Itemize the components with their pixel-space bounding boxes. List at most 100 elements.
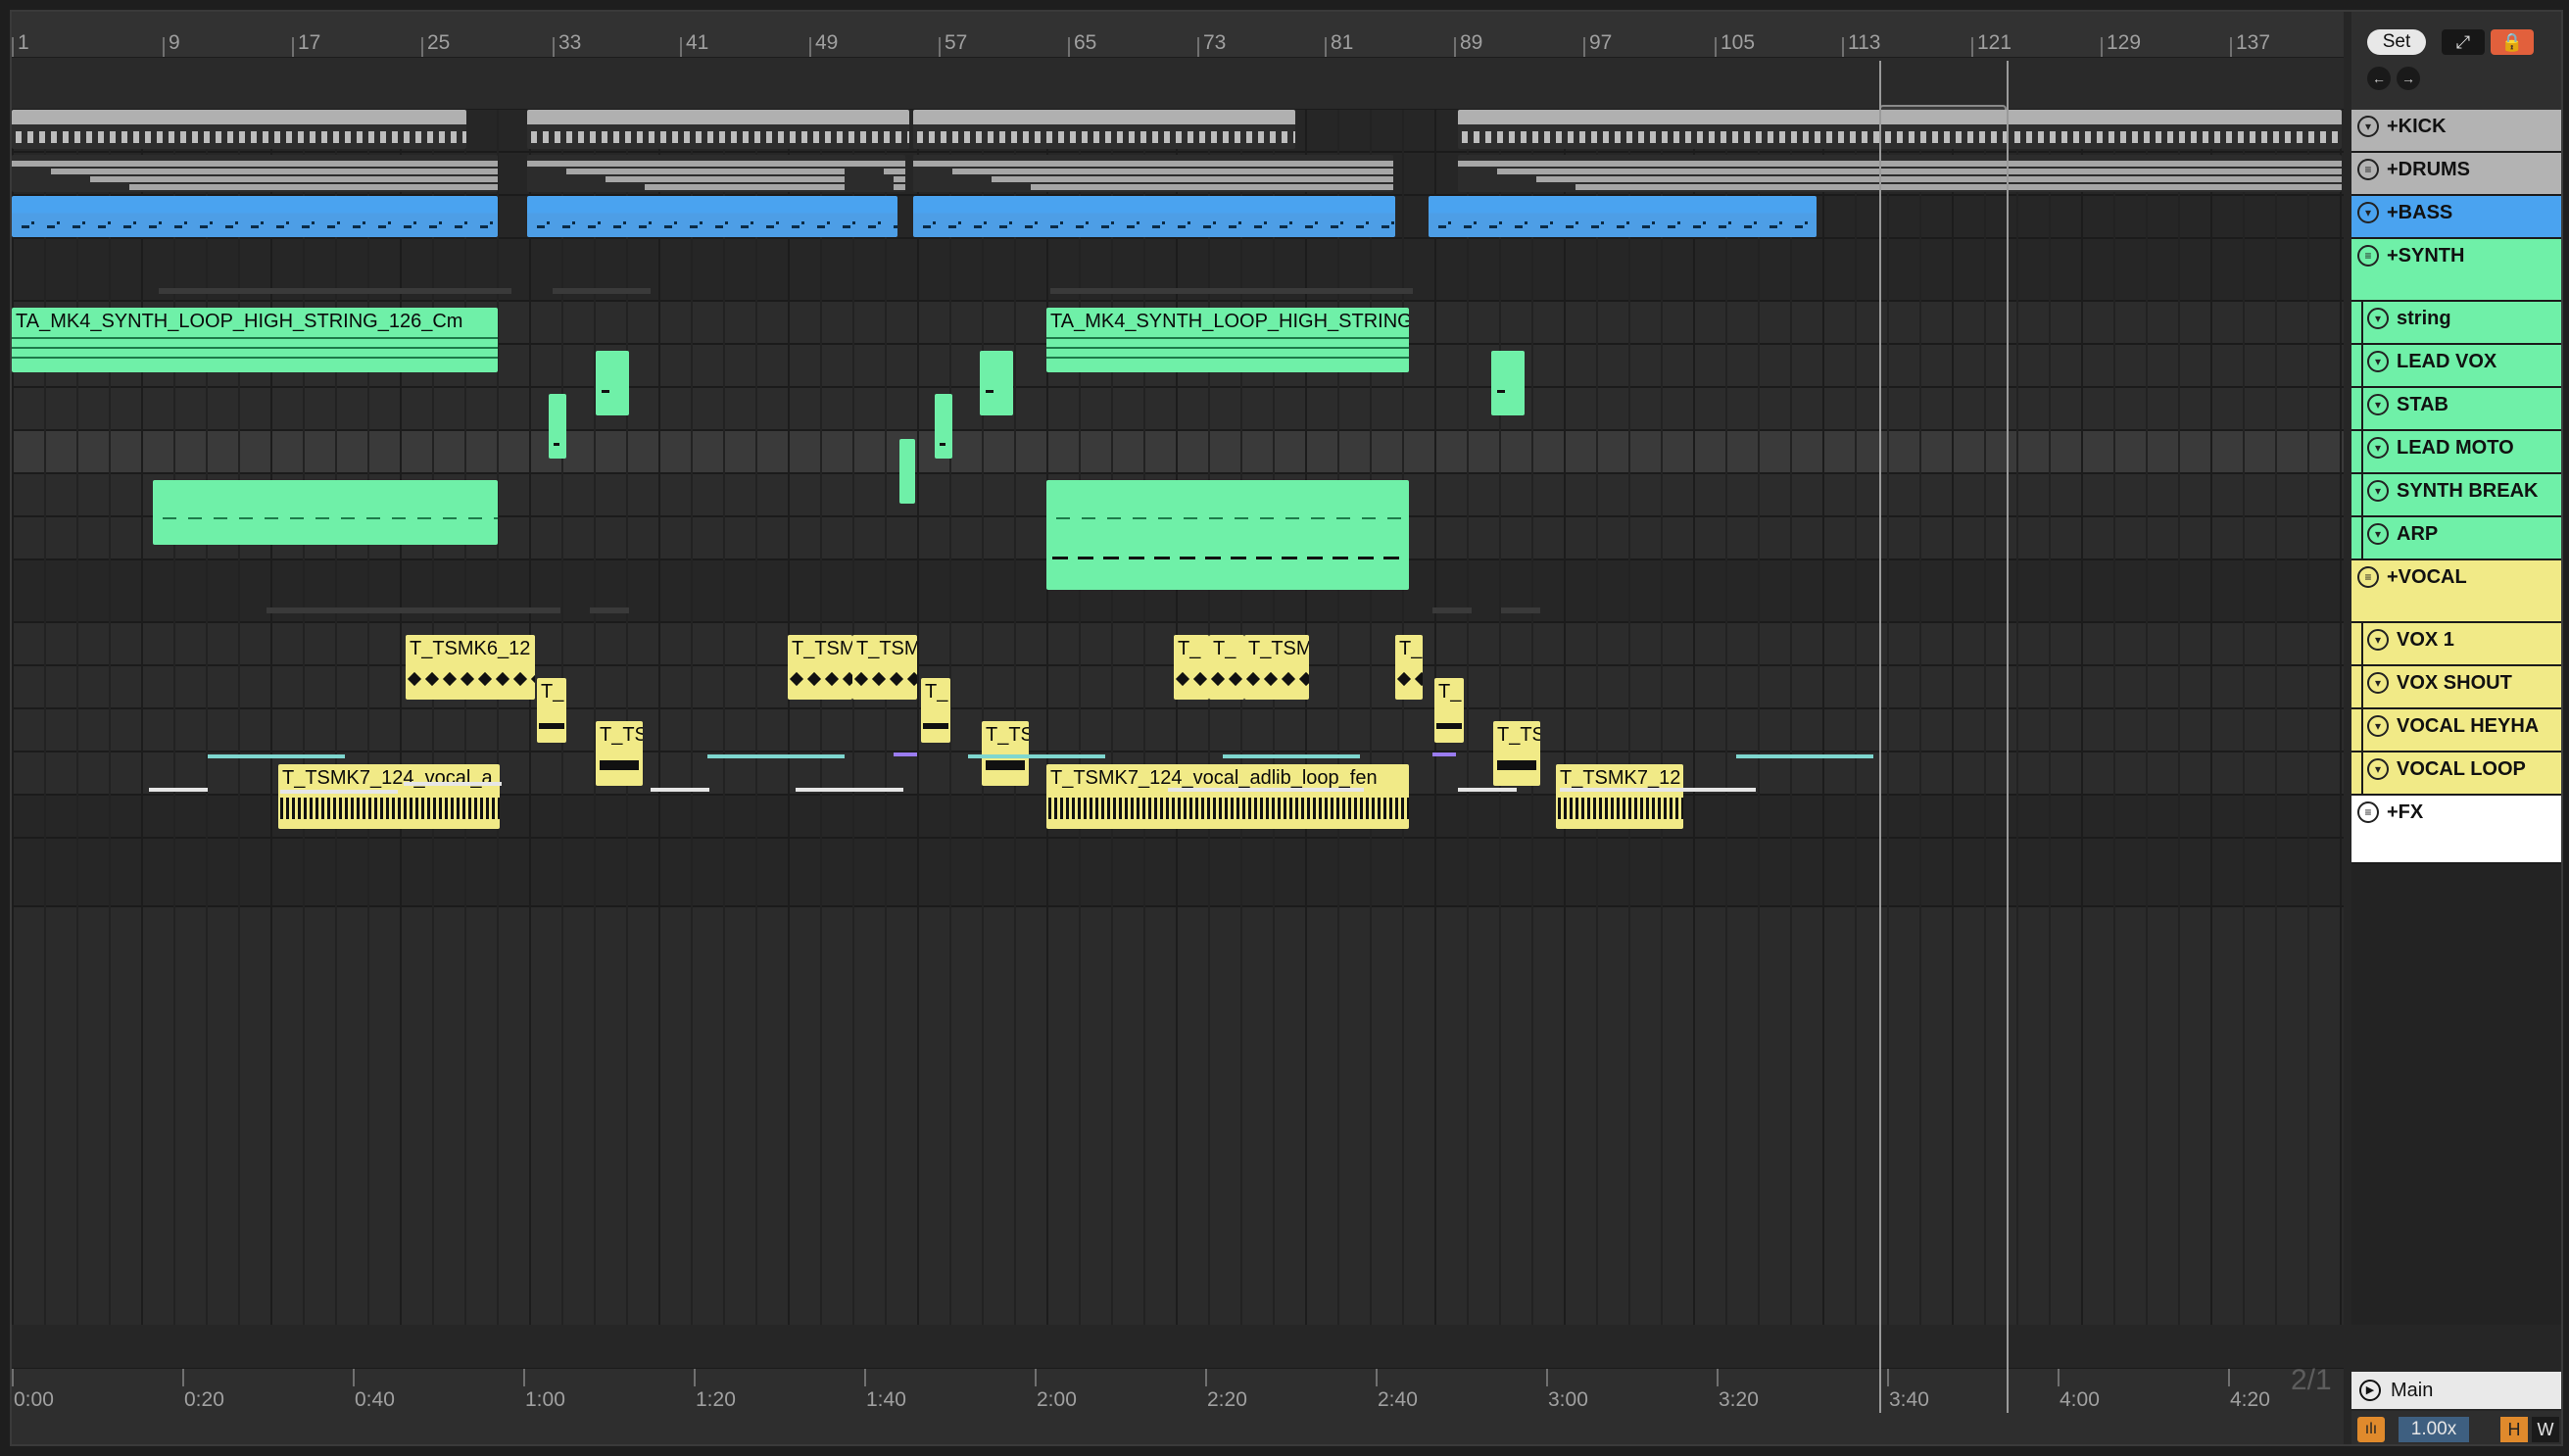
- track-header[interactable]: ▾ VOX SHOUT: [2351, 666, 2561, 709]
- vox1-clip[interactable]: T_: [1174, 635, 1209, 700]
- vox-wave: [333, 798, 336, 819]
- lead-vox-clip[interactable]: [596, 351, 629, 415]
- track-header[interactable]: ▾ ARP: [2351, 517, 2561, 560]
- lead-moto-clip[interactable]: [899, 439, 915, 504]
- chevron-down-icon[interactable]: ▾: [2367, 758, 2389, 780]
- drums-clip[interactable]: [1458, 155, 2342, 192]
- zoom-value[interactable]: 1.00x: [2399, 1417, 2469, 1442]
- chevron-down-icon[interactable]: ▾: [2367, 672, 2389, 694]
- waveform-icon[interactable]: ılı: [2357, 1417, 2385, 1442]
- kick-clip[interactable]: [12, 110, 466, 149]
- lead-vox-clip[interactable]: [980, 351, 1013, 415]
- track-header[interactable]: ▾ STAB: [2351, 388, 2561, 431]
- track-header[interactable]: ▾ LEAD VOX: [2351, 345, 2561, 388]
- bar-ruler[interactable]: 1 9 17 25 33 41 49 57 65 73 81 89 97 105 113 121 129 137: [12, 12, 2344, 58]
- track-lane[interactable]: [12, 388, 2344, 431]
- kick-clip[interactable]: [1458, 110, 2342, 149]
- stab-clip[interactable]: [549, 394, 566, 459]
- arp-clip[interactable]: [1046, 525, 1409, 590]
- main-track-header[interactable]: ▶ Main: [2351, 1372, 2561, 1409]
- string-clip[interactable]: TA_MK4_SYNTH_LOOP_HIGH_STRING_126_Cm: [12, 308, 498, 372]
- bar-number: 9: [169, 31, 180, 54]
- kick-clip[interactable]: [913, 110, 1295, 149]
- vocal-loop-clip[interactable]: T_TSMK7_12: [1556, 764, 1683, 829]
- track-header[interactable]: ≡ +SYNTH: [2351, 239, 2561, 302]
- vox1-clip[interactable]: T_TSM: [788, 635, 852, 700]
- vox-shout-clip[interactable]: T_: [537, 678, 566, 743]
- bass-note: [82, 221, 85, 224]
- bass-clip[interactable]: [1429, 196, 1817, 237]
- w-button[interactable]: W: [2532, 1417, 2559, 1442]
- string-clip[interactable]: TA_MK4_SYNTH_LOOP_HIGH_STRING: [1046, 308, 1409, 372]
- chevron-down-icon[interactable]: ▾: [2367, 629, 2389, 651]
- lead-vox-clip[interactable]: [1491, 351, 1525, 415]
- bass-clip[interactable]: [12, 196, 498, 237]
- chevron-down-icon[interactable]: ▾: [2367, 308, 2389, 329]
- drum-bar: [913, 161, 1393, 167]
- vocal-loop-clip[interactable]: T_TSMK7_124_vocal_adlib_loop_fen: [1046, 764, 1409, 829]
- chevron-down-icon[interactable]: ▾: [2367, 351, 2389, 372]
- track-header[interactable]: ≡ +FX: [2351, 796, 2561, 864]
- chevron-down-icon[interactable]: ▾: [2357, 202, 2379, 223]
- set-button[interactable]: Set: [2367, 29, 2426, 55]
- drums-clip[interactable]: [845, 155, 894, 192]
- vox1-clip[interactable]: T_: [1395, 635, 1423, 700]
- track-lane[interactable]: [12, 431, 2344, 474]
- bass-note: [47, 225, 55, 228]
- list-icon[interactable]: ≡: [2357, 159, 2379, 180]
- vox1-clip[interactable]: T_TSM: [852, 635, 917, 700]
- chevron-down-icon[interactable]: ▾: [2367, 480, 2389, 502]
- list-icon[interactable]: ≡: [2357, 801, 2379, 823]
- vocal-heyha-clip[interactable]: T_TS: [1493, 721, 1540, 786]
- stab-clip[interactable]: [935, 394, 952, 459]
- bass-clip[interactable]: [913, 196, 1395, 237]
- play-icon[interactable]: ▶: [2359, 1380, 2381, 1401]
- list-icon[interactable]: ≡: [2357, 245, 2379, 267]
- lock-icon[interactable]: 🔒: [2491, 29, 2534, 55]
- vox-shout-clip[interactable]: T_: [921, 678, 950, 743]
- kick-clip[interactable]: [527, 110, 909, 149]
- drums-clip[interactable]: [12, 155, 498, 192]
- track-header[interactable]: ▾ string: [2351, 302, 2561, 345]
- track-header[interactable]: ≡ +VOCAL: [2351, 560, 2561, 623]
- track-header[interactable]: ≡ +DRUMS: [2351, 153, 2561, 196]
- chevron-down-icon[interactable]: ▾: [2367, 523, 2389, 545]
- time-ruler[interactable]: 0:00 0:20 0:40 1:00 1:20 1:40 2:00 2:20 2:40 3:00…: [12, 1368, 2344, 1444]
- arrow-left-icon[interactable]: ←: [2367, 67, 2391, 90]
- h-button[interactable]: H: [2500, 1417, 2528, 1442]
- track-header[interactable]: ▾ VOCAL LOOP: [2351, 752, 2561, 796]
- chevron-down-icon[interactable]: ▾: [2367, 394, 2389, 415]
- grid-line: [2016, 110, 2018, 1325]
- vocal-heyha-clip[interactable]: T_TS: [596, 721, 643, 786]
- vox-wave: [1195, 798, 1198, 819]
- chevron-down-icon[interactable]: ▾: [2357, 116, 2379, 137]
- drop-zone[interactable]: [12, 839, 2344, 907]
- track-header[interactable]: ▾ VOCAL HEYHA: [2351, 709, 2561, 752]
- kick-hit: [1011, 131, 1017, 143]
- loop-strip[interactable]: [12, 58, 2344, 126]
- track-header[interactable]: ▾ LEAD MOTO: [2351, 431, 2561, 474]
- track-header[interactable]: ▾ VOX 1: [2351, 623, 2561, 666]
- grid-line: [529, 110, 531, 1325]
- drums-clip[interactable]: [913, 155, 1393, 192]
- vocal-heyha-clip[interactable]: T_TS: [982, 721, 1029, 786]
- vocal-loop-clip[interactable]: T_TSMK7_124_vocal_a: [278, 764, 500, 829]
- chevron-down-icon[interactable]: ▾: [2367, 715, 2389, 737]
- expand-icon[interactable]: ⤢: [2442, 29, 2485, 55]
- track-lane[interactable]: [12, 709, 2344, 752]
- arrangement-lanes[interactable]: Drop Files and Devices HereTA_MK4_SYNTH_…: [12, 110, 2344, 1325]
- vox-shout-clip[interactable]: T_: [1434, 678, 1464, 743]
- vox1-clip[interactable]: T_TSMK6_12: [406, 635, 535, 700]
- vox1-clip[interactable]: T_: [1209, 635, 1244, 700]
- bar-number: 49: [815, 31, 839, 54]
- vox1-clip[interactable]: T_TSM: [1244, 635, 1309, 700]
- arrow-right-icon[interactable]: →: [2397, 67, 2420, 90]
- kick-hit: [1544, 131, 1550, 143]
- synth-break-clip[interactable]: [153, 480, 498, 545]
- track-header[interactable]: ▾ SYNTH BREAK: [2351, 474, 2561, 517]
- bass-clip[interactable]: [527, 196, 897, 237]
- track-header[interactable]: ▾ +BASS: [2351, 196, 2561, 239]
- list-icon[interactable]: ≡: [2357, 566, 2379, 588]
- track-header[interactable]: ▾ +KICK: [2351, 110, 2561, 153]
- chevron-down-icon[interactable]: ▾: [2367, 437, 2389, 459]
